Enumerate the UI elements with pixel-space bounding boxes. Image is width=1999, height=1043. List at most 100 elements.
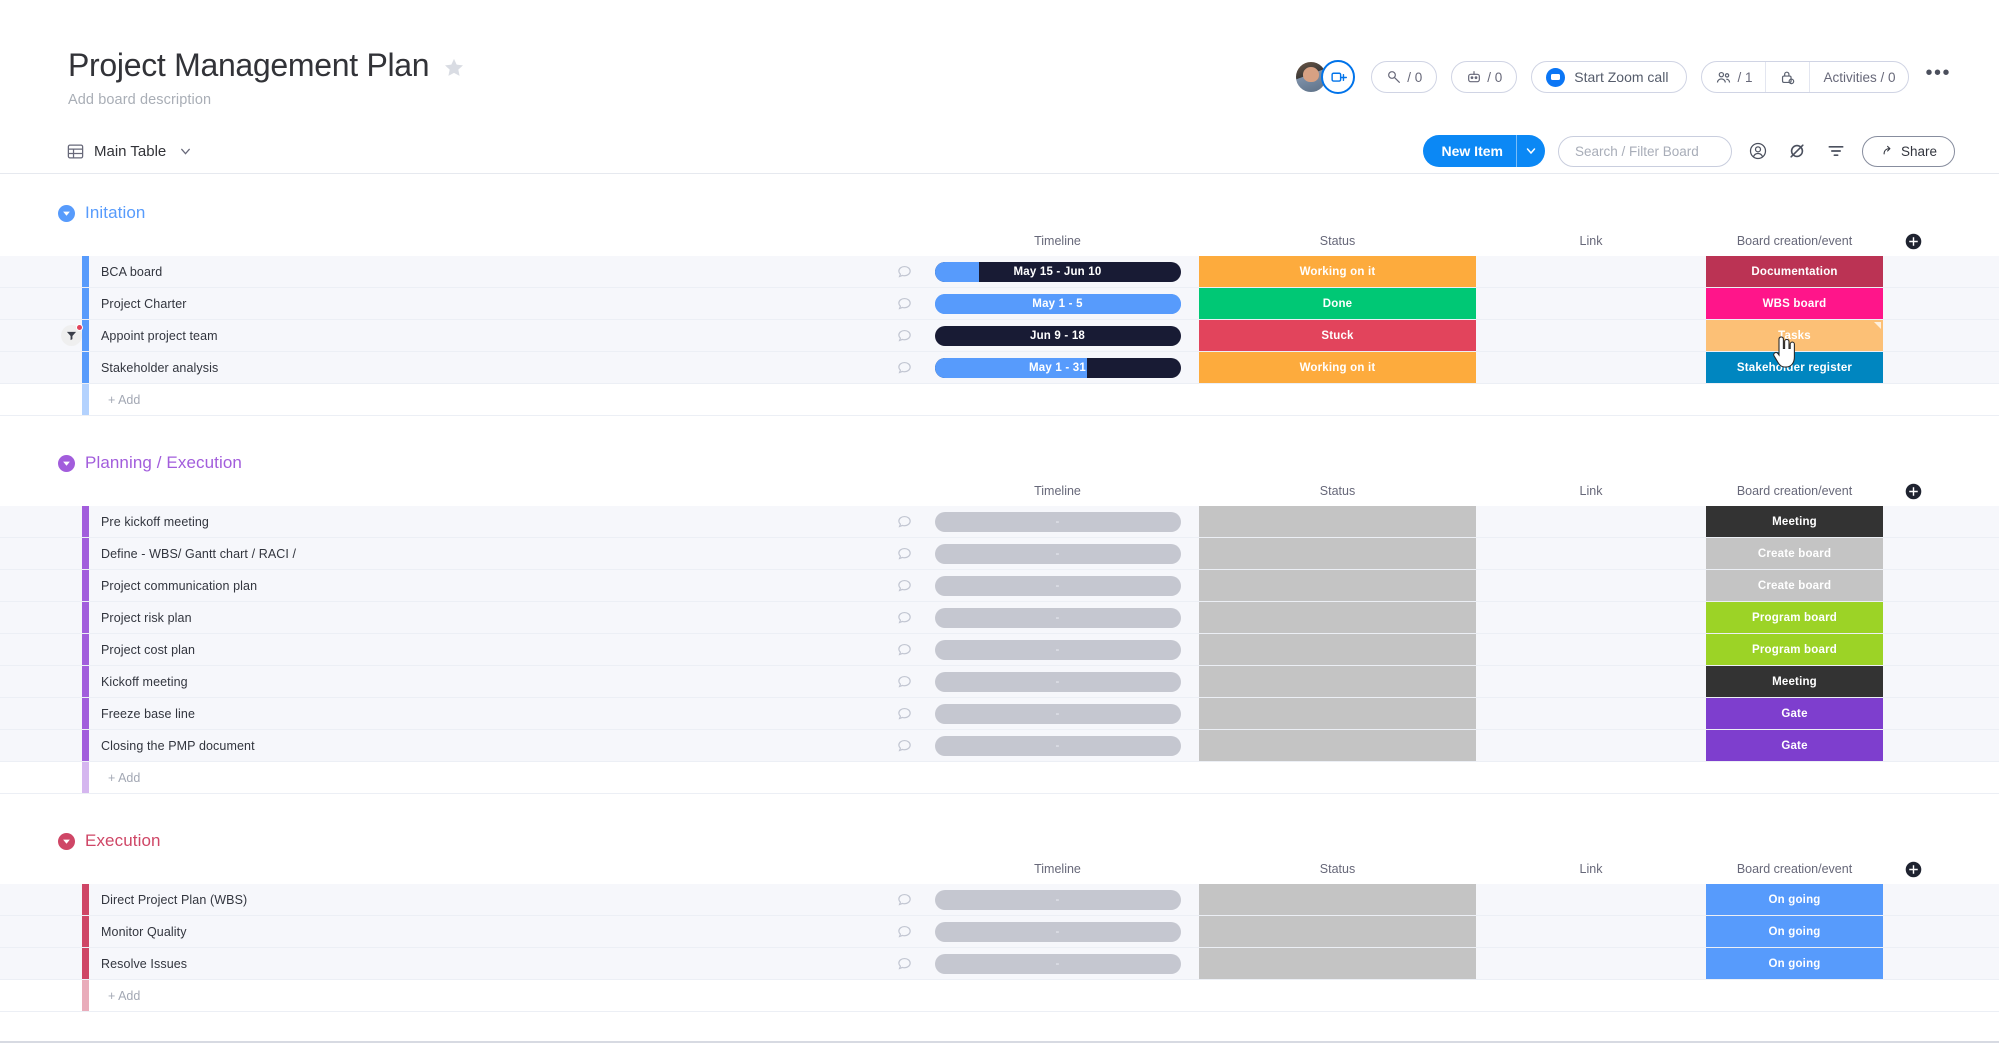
row-name[interactable]: Monitor Quality xyxy=(101,925,187,939)
board-creation-cell[interactable]: Meeting xyxy=(1706,666,1883,698)
status-cell[interactable]: Done xyxy=(1199,288,1476,320)
table-row[interactable]: Direct Project Plan (WBS) - On going xyxy=(0,884,1999,917)
chat-icon[interactable] xyxy=(896,263,913,280)
table-row[interactable]: Closing the PMP document - Gate xyxy=(0,730,1999,763)
start-zoom-call-button[interactable]: Start Zoom call xyxy=(1531,61,1688,93)
chat-icon[interactable] xyxy=(896,673,913,690)
cell-resize-handle[interactable] xyxy=(1874,322,1881,330)
table-row[interactable]: Appoint project team Jun 9 - 18 Stuck Tasks xyxy=(0,320,1999,353)
star-icon[interactable] xyxy=(443,57,465,79)
members-button[interactable]: / 1 xyxy=(1702,62,1765,92)
table-row[interactable]: Resolve Issues - On going xyxy=(0,948,1999,981)
link-cell[interactable] xyxy=(1477,506,1705,537)
chat-icon[interactable] xyxy=(896,891,913,908)
board-creation-cell[interactable]: Create board xyxy=(1706,538,1883,570)
row-name[interactable]: Direct Project Plan (WBS) xyxy=(101,893,247,907)
new-item-dropdown[interactable] xyxy=(1515,135,1545,168)
timeline-cell[interactable]: - xyxy=(930,884,1185,915)
link-cell[interactable] xyxy=(1477,602,1705,633)
add-item-row[interactable]: + Add xyxy=(0,384,1999,417)
link-cell[interactable] xyxy=(1477,352,1705,383)
column-header-link[interactable]: Link xyxy=(1477,234,1705,248)
column-header-board-creation[interactable]: Board creation/event xyxy=(1706,234,1883,248)
board-creation-cell[interactable]: On going xyxy=(1706,948,1883,980)
link-cell[interactable] xyxy=(1477,916,1705,947)
status-cell[interactable] xyxy=(1199,570,1476,602)
hide-icon[interactable] xyxy=(1784,138,1810,164)
status-cell[interactable] xyxy=(1199,602,1476,634)
board-creation-cell[interactable]: Create board xyxy=(1706,570,1883,602)
column-header-status[interactable]: Status xyxy=(1199,862,1476,876)
board-creation-cell[interactable]: Meeting xyxy=(1706,506,1883,538)
timeline-cell[interactable]: May 1 - 31 xyxy=(930,352,1185,383)
status-cell[interactable] xyxy=(1199,730,1476,762)
table-row[interactable]: Monitor Quality - On going xyxy=(0,916,1999,949)
column-header-timeline[interactable]: Timeline xyxy=(930,234,1185,248)
timeline-cell[interactable]: May 15 - Jun 10 xyxy=(930,256,1185,287)
timeline-cell[interactable]: - xyxy=(930,916,1185,947)
status-cell[interactable] xyxy=(1199,884,1476,916)
status-cell[interactable]: Working on it xyxy=(1199,352,1476,384)
status-cell[interactable] xyxy=(1199,634,1476,666)
link-cell[interactable] xyxy=(1477,288,1705,319)
status-cell[interactable]: Stuck xyxy=(1199,320,1476,352)
table-row[interactable]: Project communication plan - Create board xyxy=(0,570,1999,603)
group-title[interactable]: Initation xyxy=(85,203,145,223)
timeline-cell[interactable]: Jun 9 - 18 xyxy=(930,320,1185,351)
status-cell[interactable] xyxy=(1199,666,1476,698)
group-collapse-icon[interactable] xyxy=(58,832,75,850)
board-creation-cell[interactable]: Program board xyxy=(1706,602,1883,634)
chat-icon[interactable] xyxy=(896,641,913,658)
timeline-cell[interactable]: - xyxy=(930,538,1185,569)
automations-button[interactable]: / 0 xyxy=(1371,61,1438,93)
board-creation-cell[interactable]: Gate xyxy=(1706,730,1883,762)
group-title[interactable]: Planning / Execution xyxy=(85,453,242,473)
row-name[interactable]: Project cost plan xyxy=(101,643,195,657)
activities-button[interactable]: Activities / 0 xyxy=(1809,62,1908,92)
table-row[interactable]: Freeze base line - Gate xyxy=(0,698,1999,731)
table-row[interactable]: BCA board May 15 - Jun 10 Working on it Doc… xyxy=(0,256,1999,289)
add-item-row[interactable]: + Add xyxy=(0,762,1999,795)
link-cell[interactable] xyxy=(1477,698,1705,729)
timeline-cell[interactable]: May 1 - 5 xyxy=(930,288,1185,319)
board-creation-cell[interactable]: On going xyxy=(1706,916,1883,948)
board-creation-cell[interactable]: On going xyxy=(1706,884,1883,916)
column-header-link[interactable]: Link xyxy=(1477,862,1705,876)
chat-icon[interactable] xyxy=(896,609,913,626)
board-creation-cell[interactable]: WBS board xyxy=(1706,288,1883,320)
link-cell[interactable] xyxy=(1477,666,1705,697)
timeline-cell[interactable]: - xyxy=(930,698,1185,729)
share-button[interactable]: Share xyxy=(1861,135,1955,167)
timeline-cell[interactable]: - xyxy=(930,634,1185,665)
row-name[interactable]: Pre kickoff meeting xyxy=(101,515,209,529)
link-cell[interactable] xyxy=(1477,948,1705,979)
chat-icon[interactable] xyxy=(896,359,913,376)
group-title[interactable]: Execution xyxy=(85,831,161,851)
table-row[interactable]: Project risk plan - Program board xyxy=(0,602,1999,635)
row-name[interactable]: Project risk plan xyxy=(101,611,192,625)
chevron-down-icon[interactable] xyxy=(179,145,192,158)
status-cell[interactable] xyxy=(1199,538,1476,570)
add-item-row[interactable]: + Add xyxy=(0,980,1999,1013)
group-collapse-icon[interactable] xyxy=(58,204,75,222)
link-cell[interactable] xyxy=(1477,538,1705,569)
tab-main-table[interactable]: Main Table xyxy=(66,142,192,161)
search-input[interactable] xyxy=(1557,135,1732,167)
table-row[interactable]: Project Charter May 1 - 5 Done WBS board xyxy=(0,288,1999,321)
status-cell[interactable] xyxy=(1199,698,1476,730)
sort-icon[interactable] xyxy=(1823,138,1849,164)
row-name[interactable]: Kickoff meeting xyxy=(101,675,188,689)
column-header-board-creation[interactable]: Board creation/event xyxy=(1706,484,1883,498)
chat-icon[interactable] xyxy=(896,327,913,344)
row-name[interactable]: Appoint project team xyxy=(101,329,218,343)
chat-icon[interactable] xyxy=(896,295,913,312)
link-cell[interactable] xyxy=(1477,730,1705,761)
board-permissions-button[interactable] xyxy=(1765,62,1809,92)
column-header-timeline[interactable]: Timeline xyxy=(930,484,1185,498)
status-cell[interactable] xyxy=(1199,506,1476,538)
column-header-board-creation[interactable]: Board creation/event xyxy=(1706,862,1883,876)
person-filter-icon[interactable] xyxy=(1745,138,1771,164)
timeline-cell[interactable]: - xyxy=(930,570,1185,601)
column-header-status[interactable]: Status xyxy=(1199,484,1476,498)
timeline-cell[interactable]: - xyxy=(930,730,1185,761)
